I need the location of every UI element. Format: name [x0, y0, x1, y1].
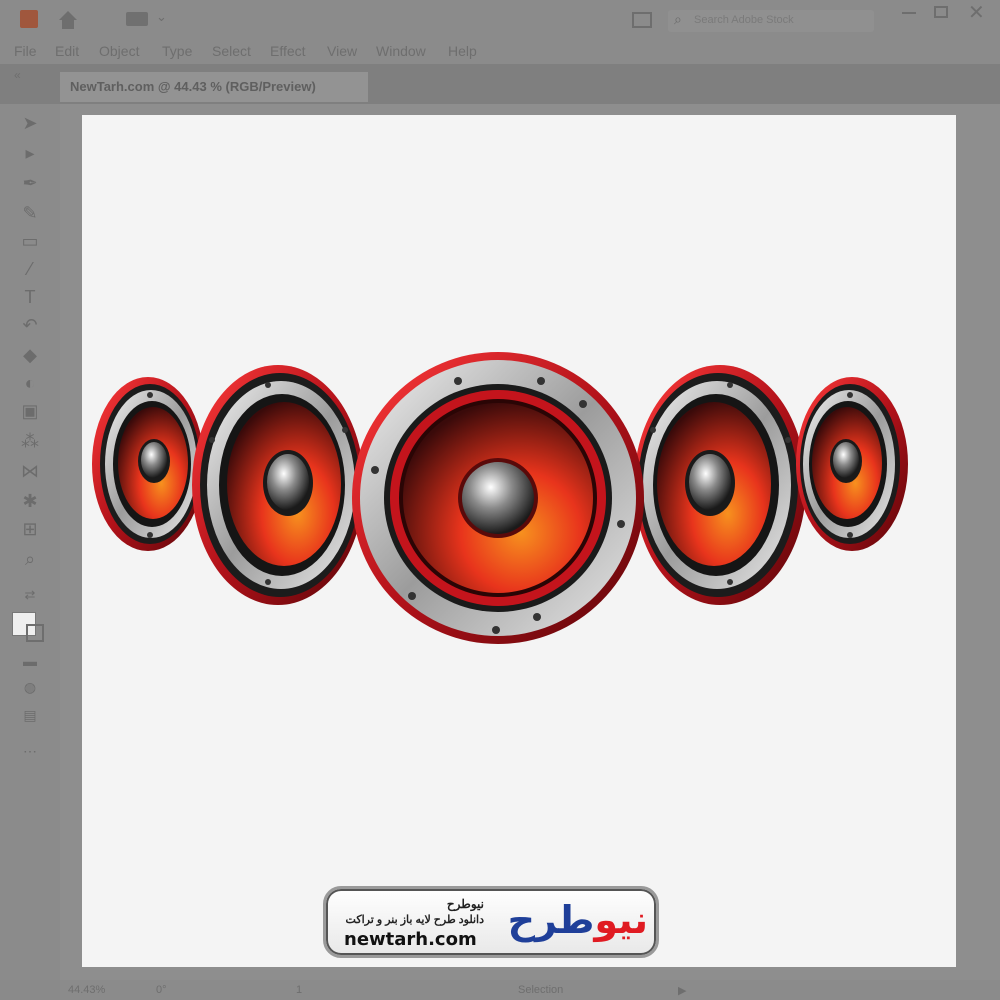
speaker-medium-left-icon: [192, 365, 364, 605]
newtarh-logo: نیوطرح: [508, 895, 648, 945]
logo-red-text: نیو: [594, 898, 648, 942]
newtarh-watermark: نیوطرح دانلود طرح لایه باز بنر و تراکت n…: [323, 886, 659, 958]
status-bar: 44.43% 0° 1 Selection ▶: [60, 980, 1000, 1000]
zoom-level[interactable]: 44.43%: [68, 984, 105, 996]
logo-blue-text: طرح: [507, 898, 595, 942]
rotation-value[interactable]: 0°: [156, 984, 167, 996]
play-icon[interactable]: ▶: [678, 984, 686, 997]
watermark-subtitle: دانلود طرح لایه باز بنر و تراکت: [345, 914, 484, 926]
current-tool-label: Selection: [518, 984, 564, 996]
speaker-medium-right-icon: [634, 365, 806, 605]
speaker-large-center-icon: [352, 352, 644, 644]
speaker-small-right-icon: [796, 377, 908, 551]
watermark-title: نیوطرح: [446, 897, 484, 911]
speaker-artwork[interactable]: [0, 0, 1000, 1000]
watermark-url: newtarh.com: [344, 929, 477, 950]
artboard-number[interactable]: 1: [296, 984, 302, 996]
speaker-small-left-icon: [92, 377, 204, 551]
